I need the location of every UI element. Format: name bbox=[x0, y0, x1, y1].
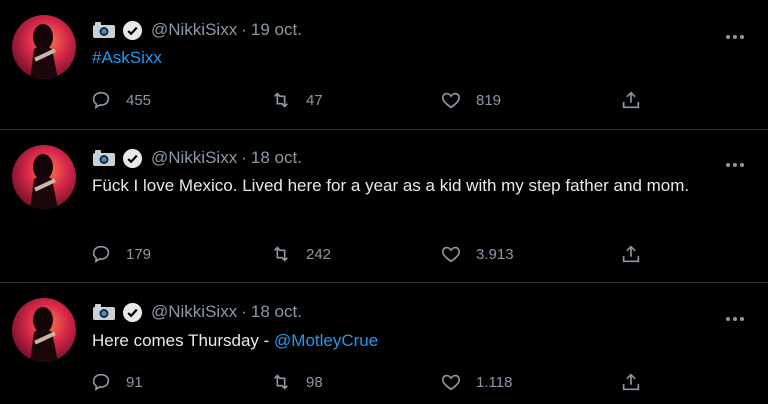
user-handle[interactable]: @NikkiSixx bbox=[151, 148, 237, 168]
reply-icon bbox=[92, 373, 110, 391]
more-icon[interactable] bbox=[726, 308, 748, 321]
tweet-actions: 455 47 819 bbox=[90, 88, 650, 112]
tweet-header: @NikkiSixx · 19 oct. bbox=[92, 18, 302, 42]
retweet-count: 47 bbox=[306, 91, 323, 109]
avatar[interactable] bbox=[12, 15, 76, 79]
retweet-icon bbox=[273, 92, 289, 108]
timeline: @NikkiSixx · 19 oct. #AskSixx 455 47 819 bbox=[0, 0, 768, 404]
more-icon[interactable] bbox=[726, 154, 748, 167]
tweet-date[interactable]: 19 oct. bbox=[251, 20, 302, 40]
tweet-header: @NikkiSixx · 18 oct. bbox=[92, 146, 302, 170]
share-button[interactable] bbox=[620, 370, 656, 394]
user-handle[interactable]: @NikkiSixx bbox=[151, 302, 237, 322]
verified-icon bbox=[122, 148, 143, 168]
retweet-button[interactable]: 242 bbox=[270, 242, 331, 266]
separator: · bbox=[241, 20, 247, 39]
retweet-icon bbox=[273, 246, 289, 262]
separator: · bbox=[241, 148, 247, 167]
tweet-text: Here comes Thursday - @MotleyCrue bbox=[92, 328, 742, 354]
like-icon bbox=[442, 246, 460, 263]
tweet-actions: 91 98 1.118 bbox=[90, 370, 650, 394]
retweet-icon bbox=[273, 374, 289, 390]
reply-count: 179 bbox=[126, 245, 152, 263]
like-icon bbox=[442, 92, 460, 109]
avatar[interactable] bbox=[12, 145, 76, 209]
reply-icon bbox=[92, 91, 110, 109]
like-count: 3.913 bbox=[476, 245, 514, 263]
avatar[interactable] bbox=[12, 298, 76, 362]
like-button[interactable]: 1.118 bbox=[440, 370, 512, 394]
tweet-date[interactable]: 18 oct. bbox=[251, 148, 302, 168]
share-icon bbox=[622, 91, 640, 109]
share-button[interactable] bbox=[620, 88, 656, 112]
tweet-date[interactable]: 18 oct. bbox=[251, 302, 302, 322]
tweet[interactable]: @NikkiSixx · 18 oct. Here comes Thursday… bbox=[0, 283, 768, 404]
reply-count: 455 bbox=[126, 91, 152, 109]
hashtag-link[interactable]: #AskSixx bbox=[92, 48, 162, 67]
like-icon bbox=[442, 374, 460, 391]
retweet-count: 98 bbox=[306, 373, 323, 391]
user-handle[interactable]: @NikkiSixx bbox=[151, 20, 237, 40]
more-icon[interactable] bbox=[726, 26, 748, 39]
tweet-header: @NikkiSixx · 18 oct. bbox=[92, 300, 302, 324]
camera-icon bbox=[93, 150, 115, 166]
reply-button[interactable]: 179 bbox=[90, 242, 151, 266]
like-button[interactable]: 819 bbox=[440, 88, 501, 112]
verified-icon bbox=[122, 20, 143, 40]
tweet-text: #AskSixx bbox=[92, 45, 742, 71]
camera-icon bbox=[93, 304, 115, 320]
share-button[interactable] bbox=[620, 242, 656, 266]
tweet[interactable]: @NikkiSixx · 19 oct. #AskSixx 455 47 819 bbox=[0, 0, 768, 129]
share-icon bbox=[622, 373, 640, 391]
like-count: 819 bbox=[476, 91, 502, 109]
reply-button[interactable]: 91 bbox=[90, 370, 143, 394]
tweet-text-prefix: Here comes Thursday - bbox=[92, 331, 275, 350]
tweet-text: Fück I love Mexico. Lived here for a yea… bbox=[92, 176, 690, 195]
verified-icon bbox=[122, 302, 143, 322]
retweet-button[interactable]: 98 bbox=[270, 370, 323, 394]
reply-count: 91 bbox=[126, 373, 143, 391]
tweet-actions: 179 242 3.913 bbox=[90, 242, 650, 266]
camera-icon bbox=[93, 22, 115, 38]
reply-icon bbox=[92, 245, 110, 263]
reply-button[interactable]: 455 bbox=[90, 88, 151, 112]
retweet-count: 242 bbox=[306, 245, 332, 263]
share-icon bbox=[622, 245, 640, 263]
separator: · bbox=[241, 302, 247, 321]
like-button[interactable]: 3.913 bbox=[440, 242, 514, 266]
retweet-button[interactable]: 47 bbox=[270, 88, 323, 112]
tweet[interactable]: @NikkiSixx · 18 oct. Fück I love Mexico.… bbox=[0, 130, 768, 282]
mention-link[interactable]: @MotleyCrue bbox=[274, 331, 378, 350]
like-count: 1.118 bbox=[476, 373, 513, 391]
